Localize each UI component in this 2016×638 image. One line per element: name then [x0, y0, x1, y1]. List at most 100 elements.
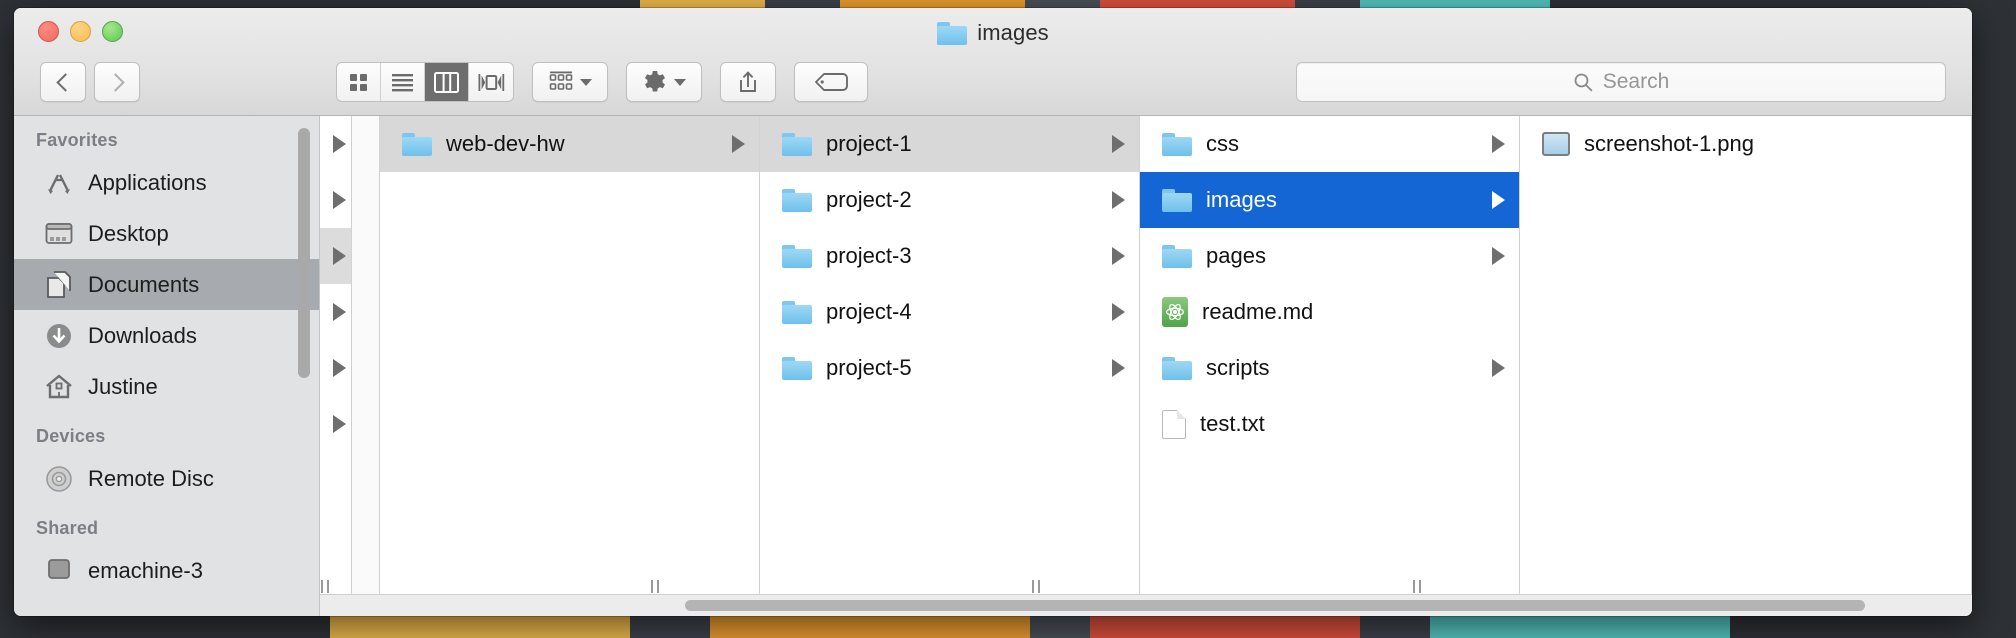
- view-mode-segmented-control: [336, 62, 514, 102]
- list-item-label: project-1: [826, 131, 912, 156]
- folder-icon: [782, 356, 812, 380]
- column-partial-row[interactable]: [320, 172, 351, 228]
- disclosure-arrow-icon: [1112, 247, 1125, 265]
- window-title: images: [14, 20, 1972, 46]
- atom-file-icon: [1162, 297, 1188, 327]
- list-item-label: web-dev-hw: [446, 131, 565, 156]
- sidebar-item-label: Downloads: [88, 322, 197, 348]
- sidebar-item-documents[interactable]: Documents: [14, 259, 319, 310]
- column-partial-row[interactable]: [320, 116, 351, 172]
- horizontal-scrollbar[interactable]: [320, 594, 1972, 616]
- list-item[interactable]: test.txt: [1140, 396, 1519, 452]
- navigation-buttons: [40, 62, 140, 102]
- disclosure-arrow-icon: [732, 135, 745, 153]
- list-item[interactable]: web-dev-hw: [380, 116, 759, 172]
- finder-window: images Search Favorites Applications Des…: [14, 8, 1972, 616]
- disclosure-arrow-icon: [333, 303, 346, 321]
- text-file-icon: [1162, 409, 1186, 439]
- list-view-button[interactable]: [381, 63, 425, 101]
- gear-icon: [644, 71, 665, 92]
- column-partial-row[interactable]: [320, 228, 351, 284]
- disclosure-arrow-icon: [333, 191, 346, 209]
- column-1[interactable]: web-dev-hw: [380, 116, 760, 616]
- list-item[interactable]: project-4: [760, 284, 1139, 340]
- share-icon: [740, 71, 756, 92]
- list-item-label: css: [1206, 131, 1239, 156]
- list-item[interactable]: project-3: [760, 228, 1139, 284]
- column-3[interactable]: css images pages readme.md scripts test.…: [1140, 116, 1520, 616]
- column-2[interactable]: project-1 project-2 project-3 project-4: [760, 116, 1140, 616]
- search-icon: [1574, 73, 1593, 92]
- sidebar-item-label: Remote Disc: [88, 465, 214, 491]
- disc-icon: [44, 464, 74, 494]
- list-item-label: images: [1206, 187, 1277, 212]
- list-item[interactable]: pages: [1140, 228, 1519, 284]
- gallery-view-button[interactable]: [469, 63, 513, 101]
- chevron-down-icon: [579, 78, 592, 86]
- desktop-icon: [44, 219, 74, 249]
- home-icon: [44, 372, 74, 402]
- folder-icon: [782, 132, 812, 156]
- column-partial[interactable]: [320, 116, 352, 616]
- list-item[interactable]: project-1: [760, 116, 1139, 172]
- list-item[interactable]: screenshot-1.png: [1520, 116, 1971, 172]
- tags-button[interactable]: [794, 62, 868, 102]
- column-view-button[interactable]: [425, 63, 469, 101]
- list-item[interactable]: images: [1140, 172, 1519, 228]
- back-button[interactable]: [40, 62, 86, 102]
- column-partial-row[interactable]: [320, 284, 351, 340]
- column-partial-row[interactable]: [320, 340, 351, 396]
- disclosure-arrow-icon: [333, 415, 346, 433]
- list-item[interactable]: scripts: [1140, 340, 1519, 396]
- window-body: Favorites Applications Desktop Documents…: [14, 116, 1972, 616]
- downloads-icon: [44, 321, 74, 351]
- horizontal-scrollbar-thumb[interactable]: [685, 600, 1865, 611]
- share-button[interactable]: [720, 62, 776, 102]
- folder-icon: [1162, 244, 1192, 268]
- sidebar-item-desktop[interactable]: Desktop: [14, 208, 319, 259]
- folder-icon: [1162, 132, 1192, 156]
- list-item[interactable]: project-2: [760, 172, 1139, 228]
- list-item[interactable]: css: [1140, 116, 1519, 172]
- list-item[interactable]: project-5: [760, 340, 1139, 396]
- folder-icon: [782, 300, 812, 324]
- action-button[interactable]: [626, 62, 702, 102]
- disclosure-arrow-icon: [1112, 359, 1125, 377]
- column-4[interactable]: screenshot-1.png: [1520, 116, 1972, 616]
- folder-icon: [782, 188, 812, 212]
- arrange-button[interactable]: [532, 62, 608, 102]
- folder-icon: [1162, 356, 1192, 380]
- sidebar-item-downloads[interactable]: Downloads: [14, 310, 319, 361]
- disclosure-arrow-icon: [333, 359, 346, 377]
- sidebar-item-remote-disc[interactable]: Remote Disc: [14, 453, 319, 504]
- tag-icon: [815, 73, 848, 91]
- sidebar-header-favorites: Favorites: [36, 130, 118, 150]
- chevron-right-icon: [105, 72, 125, 92]
- folder-icon: [402, 132, 432, 156]
- sidebar-item-justine[interactable]: Justine: [14, 361, 319, 412]
- gallery-view-icon: [478, 73, 504, 91]
- icon-view-button[interactable]: [337, 63, 381, 101]
- documents-icon: [44, 270, 74, 300]
- icon-view-icon: [350, 73, 367, 91]
- arrange-icon: [549, 71, 572, 90]
- sidebar-item-applications[interactable]: Applications: [14, 157, 319, 208]
- sidebar-item-label: Justine: [88, 373, 158, 399]
- sidebar-item-label: Documents: [88, 271, 200, 297]
- sidebar-scrollbar[interactable]: [298, 128, 310, 378]
- sidebar-item-label: emachine-3: [88, 557, 203, 583]
- sidebar-header-shared: Shared: [36, 518, 99, 538]
- window-title-text: images: [977, 20, 1049, 45]
- sidebar-item-label: Desktop: [88, 220, 169, 246]
- disclosure-arrow-icon: [1492, 247, 1505, 265]
- disclosure-arrow-icon: [1112, 191, 1125, 209]
- computer-icon: [44, 556, 74, 586]
- column-partial-row[interactable]: [320, 396, 351, 452]
- list-item[interactable]: readme.md: [1140, 284, 1519, 340]
- forward-button[interactable]: [94, 62, 140, 102]
- search-field[interactable]: Search: [1296, 62, 1946, 102]
- chevron-left-icon: [55, 72, 75, 92]
- chevron-down-icon: [673, 78, 686, 86]
- sidebar-item-emachine-3[interactable]: emachine-3: [14, 545, 319, 596]
- folder-icon: [782, 244, 812, 268]
